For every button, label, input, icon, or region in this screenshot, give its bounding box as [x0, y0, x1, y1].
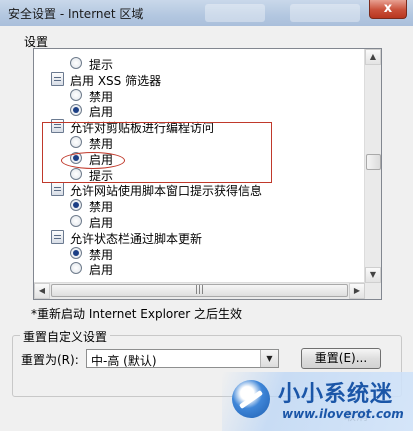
title-bar-reflection [205, 4, 265, 22]
setting-option[interactable]: 提示 [34, 55, 364, 72]
site-watermark: 小小系统迷 www.iloverot.com [222, 372, 413, 431]
setting-option[interactable]: 启用 [34, 102, 364, 119]
setting-option[interactable]: 启用 [34, 260, 364, 277]
setting-category: 启用 XSS 筛选器 [34, 71, 364, 88]
radio-unchecked-icon[interactable] [70, 215, 82, 227]
setting-category: 允许状态栏通过脚本更新 [34, 229, 364, 246]
radio-checked-icon[interactable] [70, 199, 82, 211]
radio-unchecked-icon[interactable] [70, 89, 82, 101]
scroll-up-button[interactable]: ▲ [365, 49, 381, 65]
security-level-select[interactable]: 中-高 (默认) ▼ [86, 349, 279, 368]
setting-category-icon [51, 230, 64, 244]
vertical-scrollbar[interactable]: ▲ ▼ [364, 49, 381, 283]
setting-option[interactable]: 禁用 [34, 87, 364, 104]
reset-group-label: 重置自定义设置 [20, 328, 111, 345]
radio-unchecked-icon[interactable] [70, 262, 82, 274]
setting-label: 启用 [89, 263, 114, 277]
setting-option[interactable]: 禁用 [34, 245, 364, 262]
radio-checked-icon[interactable] [70, 247, 82, 259]
security-level-value: 中-高 (默认) [91, 354, 157, 368]
setting-category: 允许网站使用脚本窗口提示获得信息 [34, 181, 364, 198]
scroll-down-button[interactable]: ▼ [365, 267, 381, 283]
scroll-thumb[interactable] [366, 154, 381, 170]
horizontal-scrollbar[interactable]: ◀ ||| ▶ [34, 282, 365, 299]
chevron-down-icon[interactable]: ▼ [260, 350, 278, 367]
setting-option[interactable]: 启用 [34, 213, 364, 230]
reset-button[interactable]: 重置(E)... [301, 348, 381, 369]
annotation-ellipse [61, 152, 125, 169]
setting-option[interactable]: 禁用 [34, 197, 364, 214]
setting-category-icon [51, 72, 64, 86]
radio-checked-icon[interactable] [70, 104, 82, 116]
close-button[interactable]: x [369, 0, 407, 19]
setting-category-icon [51, 182, 64, 196]
horizontal-scroll-thumb[interactable]: ||| [51, 284, 348, 297]
scrollbar-corner [365, 283, 381, 299]
reset-to-label: 重置为(R): [21, 353, 79, 367]
watermark-url: www.iloverot.com [282, 407, 404, 421]
title-bar-reflection [290, 4, 360, 22]
restart-note: *重新启动 Internet Explorer 之后生效 [31, 307, 243, 321]
watermark-title: 小小系统迷 [278, 382, 394, 407]
radio-unchecked-icon[interactable] [70, 57, 82, 69]
scroll-right-button[interactable]: ▶ [349, 283, 365, 299]
window-title: 安全设置 - Internet 区域 [8, 7, 144, 21]
scroll-left-button[interactable]: ◀ [34, 283, 50, 299]
title-bar: 安全设置 - Internet 区域 x [0, 0, 413, 26]
watermark-logo-icon [232, 380, 270, 418]
